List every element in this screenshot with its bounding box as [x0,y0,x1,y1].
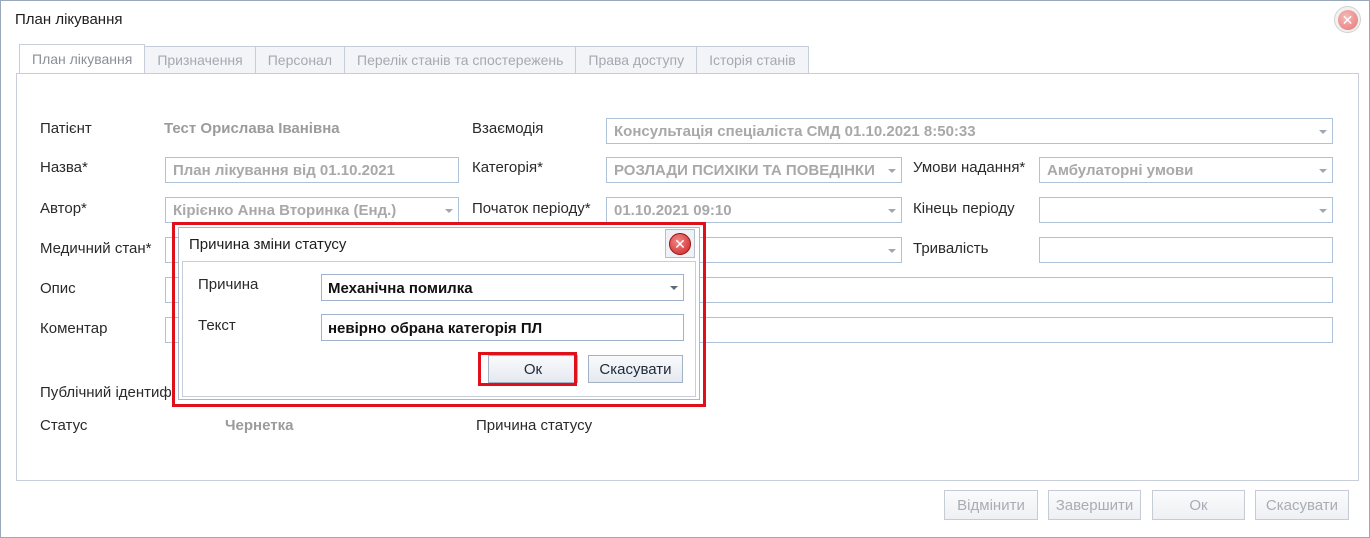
interaction-value: Консультація спеціаліста СМД 01.10.2021 … [614,123,976,140]
chevron-down-icon [888,209,896,213]
chevron-down-icon [445,209,453,213]
chevron-down-icon [1319,209,1327,213]
period-start-value: 01.10.2021 09:10 [614,202,732,219]
description-label: Опис [40,280,76,297]
chevron-down-icon [888,249,896,253]
chevron-down-icon [1319,130,1327,134]
text-label: Текст [198,317,236,334]
close-icon: ✕ [669,232,691,255]
chevron-down-icon [1319,169,1327,173]
tab-prescriptions[interactable]: Призначення [144,46,256,73]
tab-access-rights[interactable]: Права доступу [575,46,698,73]
reason-select[interactable]: Механічна помилка [321,274,684,301]
period-end-label: Кінець періоду [913,200,1015,217]
comment-label: Коментар [40,320,108,337]
conditions-value: Амбулаторні умови [1047,162,1194,179]
reason-value: Механічна помилка [328,280,473,297]
patient-label: Патієнт [40,120,92,137]
conditions-label: Умови надання* [913,159,1026,176]
chevron-down-icon [888,169,896,173]
tab-conditions-observations[interactable]: Перелік станів та спостережень [344,46,577,73]
status-change-dialog: Причина зміни статусу ✕ Причина Механічн… [178,227,700,400]
tab-status-history[interactable]: Історія станів [696,46,809,73]
reason-label: Причина [198,276,259,293]
status-value: Чернетка [225,417,294,434]
name-label: Назва* [40,159,88,176]
ok-button-highlight [478,352,577,386]
author-select[interactable]: Кірієнко Анна Вторинка (Енд.) [165,197,459,223]
author-value: Кірієнко Анна Вторинка (Енд.) [173,202,397,219]
interaction-select[interactable]: Консультація спеціаліста СМД 01.10.2021 … [606,118,1333,144]
dialog-cancel-button[interactable]: Скасувати [588,355,683,383]
close-icon: ✕ [1337,9,1358,30]
patient-value: Тест Орислава Іванівна [164,120,340,137]
cancel-record-button[interactable]: Відмінити [944,490,1038,520]
interaction-label: Взаємодія [472,120,544,137]
public-id-label: Публічний ідентифі [40,384,176,401]
ok-button[interactable]: Ок [1152,490,1245,520]
medical-state-label: Медичний стан* [40,240,152,257]
status-label: Статус [40,417,88,434]
name-input[interactable]: План лікування від 01.10.2021 [165,157,459,183]
window-title: План лікування [15,11,123,28]
dialog-title: Причина зміни статусу [189,236,347,253]
author-label: Автор* [40,200,87,217]
status-reason-label: Причина статусу [476,417,593,434]
duration-input[interactable] [1039,237,1333,263]
period-start-picker[interactable]: 01.10.2021 09:10 [606,197,902,223]
dialog-close-button[interactable]: ✕ [665,229,695,258]
tab-treatment-plan[interactable]: План лікування [19,44,146,73]
dialog-body: Причина Механічна помилка Текст невірно … [182,261,696,397]
category-label: Категорія* [472,159,543,176]
cancel-button[interactable]: Скасувати [1255,490,1349,520]
complete-button[interactable]: Завершити [1048,490,1141,520]
period-end-picker[interactable] [1039,197,1333,223]
category-select[interactable]: РОЗЛАДИ ПСИХІКИ ТА ПОВЕДІНКИ [606,157,902,183]
tab-personnel[interactable]: Персонал [254,46,345,73]
duration-label: Тривалість [913,240,989,257]
conditions-select[interactable]: Амбулаторні умови [1039,157,1333,183]
window-close-button[interactable]: ✕ [1334,6,1361,33]
category-value: РОЗЛАДИ ПСИХІКИ ТА ПОВЕДІНКИ [614,162,875,179]
tab-bar: План лікування Призначення Персонал Пере… [19,44,809,73]
text-input[interactable]: невірно обрана категорія ПЛ [321,314,684,341]
chevron-down-icon [670,286,678,290]
period-start-label: Початок періоду* [472,200,591,217]
